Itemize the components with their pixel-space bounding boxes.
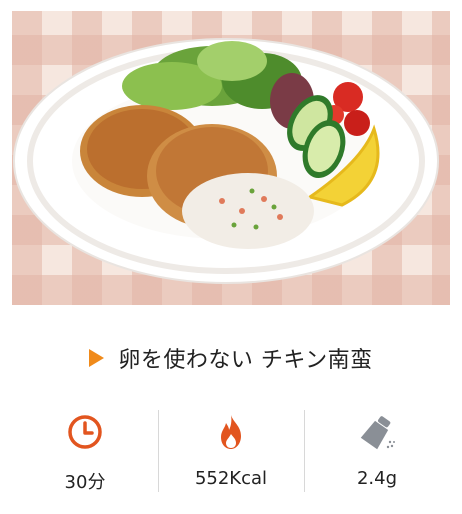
calories-stat: 552Kcal	[158, 406, 304, 494]
recipe-stats: 30分 552Kcal 2.4g	[12, 406, 450, 494]
cooking-time-value: 30分	[64, 472, 106, 493]
salt-value: 2.4g	[356, 468, 398, 489]
play-icon	[89, 349, 105, 367]
recipe-card[interactable]: 卵を使わない チキン南蛮 30分 552Kcal 2.4g	[0, 0, 462, 514]
dish-illustration	[13, 38, 439, 284]
calories-value: 552Kcal	[194, 468, 268, 489]
salt-shaker-icon	[360, 416, 395, 450]
recipe-title-row[interactable]: 卵を使わない チキン南蛮	[0, 338, 462, 378]
recipe-photo[interactable]	[12, 11, 450, 305]
cooking-time-stat: 30分	[12, 406, 158, 494]
flame-icon	[221, 415, 241, 449]
salt-stat: 2.4g	[304, 406, 450, 494]
clock-icon	[68, 415, 102, 449]
recipe-title: 卵を使わない チキン南蛮	[118, 348, 373, 373]
